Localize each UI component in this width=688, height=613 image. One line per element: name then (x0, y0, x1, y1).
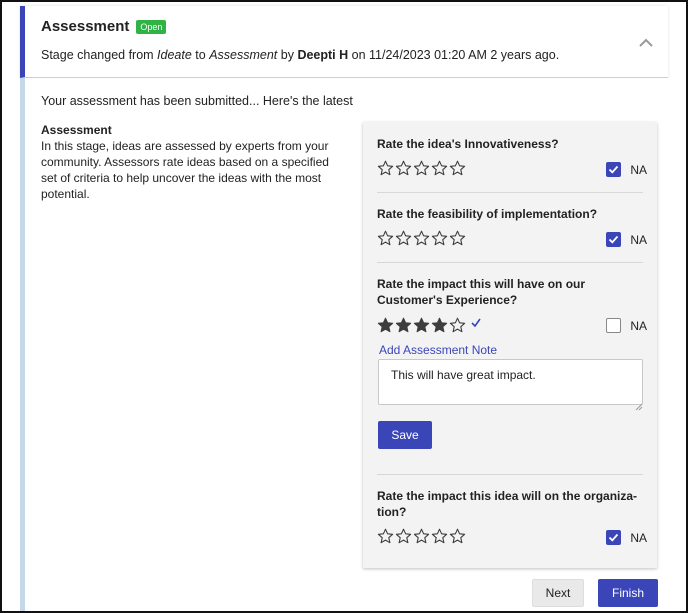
star-outline-icon[interactable] (377, 230, 394, 247)
na-label: NA (630, 232, 647, 247)
star-outline-icon[interactable] (395, 230, 412, 247)
star-outline-icon[interactable] (395, 160, 412, 177)
star-outline-icon[interactable] (431, 528, 448, 545)
star-rating[interactable] (377, 230, 467, 247)
na-option[interactable]: NA (606, 162, 647, 177)
to-word: to (191, 48, 210, 62)
star-outline-icon[interactable] (395, 528, 412, 545)
na-checkbox[interactable] (606, 162, 622, 177)
star-outline-icon[interactable] (431, 160, 448, 177)
star-outline-icon[interactable] (449, 230, 466, 247)
save-note-button[interactable]: Save (378, 421, 432, 449)
question-label: Rate the impact this will have on our Cu… (377, 277, 586, 307)
chevron-up-icon[interactable] (638, 36, 654, 48)
checkmark-icon (609, 165, 619, 174)
star-rating[interactable] (377, 160, 467, 177)
to-stage: Assessment (209, 48, 278, 62)
user-name: Deepti H (297, 48, 349, 62)
finish-button[interactable]: Finish (598, 579, 658, 607)
assessment-note-input[interactable] (378, 359, 643, 405)
stage-change-line: Stage changed from Ideate to Assessment … (41, 48, 559, 62)
next-button[interactable]: Next (532, 579, 584, 607)
star-outline-icon[interactable] (449, 160, 466, 177)
na-checkbox[interactable] (606, 530, 622, 545)
stage-prefix: Stage changed from (41, 48, 158, 62)
star-filled-icon[interactable] (431, 317, 448, 334)
submitted-message: Your assessment has been submitted... He… (41, 94, 353, 108)
checkmark-icon (609, 533, 619, 542)
checkmark-icon (609, 235, 619, 244)
title-row: Assessment Open (41, 18, 167, 35)
assessment-panel: Rate the idea's Innovativeness? NA Rate … (363, 122, 657, 568)
checkmark-icon (470, 316, 482, 334)
question-innovativeness: Rate the idea's Innovativeness? NA (377, 136, 647, 182)
star-outline-icon[interactable] (431, 230, 448, 247)
from-stage: Ideate (157, 48, 192, 62)
na-option[interactable]: NA (606, 318, 647, 333)
status-badge: Open (136, 19, 167, 34)
description-text: In this stage, ideas are assessed by exp… (41, 139, 329, 201)
star-outline-icon[interactable] (377, 528, 394, 545)
time-suffix: on 11/24/2023 01:20 AM 2 years ago. (348, 48, 560, 62)
na-option[interactable]: NA (606, 530, 647, 545)
na-label: NA (630, 318, 647, 333)
assessment-header: Assessment Open Stage changed from Ideat… (20, 6, 668, 78)
na-label: NA (630, 530, 647, 545)
star-outline-icon[interactable] (413, 528, 430, 545)
by-word: by (277, 48, 298, 62)
question-feasibility: Rate the feasibility of implementation? … (377, 206, 647, 252)
na-label: NA (630, 162, 647, 177)
question-label: Rate the impact this idea will on the or… (377, 489, 638, 519)
divider (377, 262, 643, 263)
description-title: Assessment (41, 123, 112, 137)
star-filled-icon[interactable] (377, 317, 394, 334)
na-checkbox[interactable] (606, 318, 622, 333)
star-filled-icon[interactable] (413, 317, 430, 334)
stage-description: Assessment In this stage, ideas are asse… (41, 122, 341, 202)
na-option[interactable]: NA (606, 232, 647, 247)
resize-grip-icon[interactable] (635, 398, 643, 411)
assessment-frame: Assessment Open Stage changed from Ideat… (0, 0, 688, 613)
na-checkbox[interactable] (606, 232, 622, 247)
question-label: Rate the feasibility of implementation? (377, 207, 598, 221)
star-outline-icon[interactable] (413, 160, 430, 177)
page-title: Assessment (41, 18, 130, 35)
star-outline-icon[interactable] (449, 317, 466, 334)
star-filled-icon[interactable] (395, 317, 412, 334)
question-organization-impact: Rate the impact this idea will on the or… (377, 488, 647, 550)
assessment-body: Your assessment has been submitted... He… (20, 78, 668, 611)
question-label: Rate the idea's Innovativeness? (377, 137, 559, 151)
star-rating[interactable] (377, 528, 467, 545)
star-outline-icon[interactable] (449, 528, 466, 545)
star-rating[interactable] (377, 316, 482, 334)
star-outline-icon[interactable] (377, 160, 394, 177)
star-outline-icon[interactable] (413, 230, 430, 247)
add-assessment-note-link[interactable]: Add Assessment Note (379, 343, 497, 357)
question-customer-experience: Rate the impact this will have on our Cu… (377, 276, 647, 338)
divider (377, 192, 643, 193)
divider (377, 474, 643, 475)
